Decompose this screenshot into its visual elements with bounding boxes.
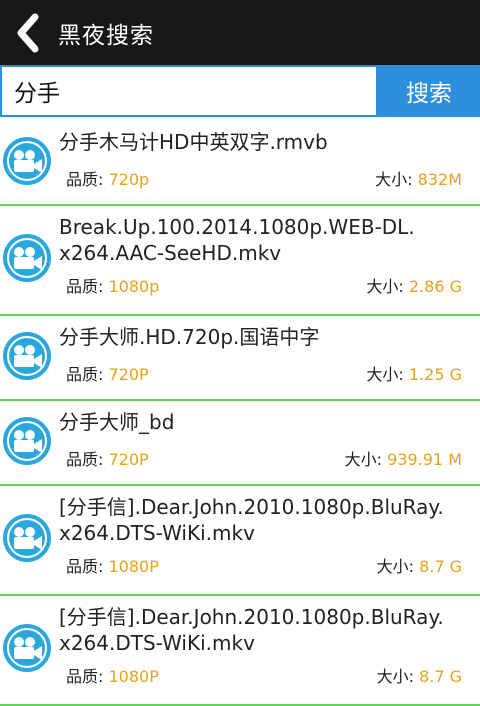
quality-value: 720p: [108, 170, 150, 189]
result-name-line: Break.Up.100.2014.1080p.WEB-DL.: [59, 215, 415, 239]
size-value: 1.25 G: [408, 365, 462, 384]
result-item[interactable]: 分手木马计HD中英双字.rmvb 品质: 720p 大小: 832M: [0, 121, 480, 206]
size-field: 大小: 832M: [375, 166, 462, 190]
result-name: [分手信].Dear.John.2010.1080p.BluRay. x264.D…: [59, 604, 470, 656]
result-name: Break.Up.100.2014.1080p.WEB-DL. x264.AAC-…: [59, 214, 470, 266]
quality-field: 品质: 720P: [66, 361, 149, 385]
quality-value: 720P: [108, 450, 149, 469]
quality-label: 品质:: [66, 365, 104, 384]
size-label: 大小:: [375, 170, 413, 189]
size-field: 大小: 939.91 M: [345, 446, 462, 470]
size-value: 832M: [417, 170, 462, 189]
size-label: 大小:: [376, 557, 414, 576]
result-name: 分手大师.HD.720p.国语中字: [59, 324, 470, 350]
result-list: 分手木马计HD中英双字.rmvb 品质: 720p 大小: 832M Break.U…: [0, 121, 480, 706]
quality-value: 1080P: [108, 557, 159, 576]
quality-label: 品质:: [66, 557, 104, 576]
size-label: 大小:: [376, 667, 414, 686]
result-name-line: 分手大师.HD.720p.国语中字: [59, 325, 320, 349]
quality-label: 品质:: [66, 450, 104, 469]
video-camera-icon: [2, 513, 52, 563]
quality-label: 品质:: [66, 170, 104, 189]
quality-value: 1080P: [108, 667, 159, 686]
result-name-line: 分手大师_bd: [59, 410, 175, 434]
video-camera-icon: [2, 233, 52, 283]
quality-field: 品质: 1080p: [66, 273, 159, 297]
result-item[interactable]: 分手大师_bd 品质: 720P 大小: 939.91 M: [0, 401, 480, 486]
video-camera-icon: [2, 136, 52, 186]
search-input[interactable]: [0, 65, 378, 117]
quality-value: 1080p: [108, 277, 160, 296]
video-camera-icon: [2, 623, 52, 673]
video-camera-icon: [2, 331, 52, 381]
result-item[interactable]: 分手大师.HD.720p.国语中字品质: 720P 大小: 1.25 G: [0, 316, 480, 401]
result-name-line: [分手信].Dear.John.2010.1080p.BluRay.: [59, 495, 444, 519]
quality-field: 品质: 1080P: [66, 553, 159, 577]
search-bar: 搜索: [0, 65, 480, 121]
search-button[interactable]: 搜索: [378, 65, 480, 117]
title-bar: 黑夜搜索: [0, 0, 480, 65]
size-value: 2.86 G: [408, 277, 462, 296]
quality-label: 品质:: [66, 277, 104, 296]
page-title: 黑夜搜索: [58, 22, 154, 49]
size-label: 大小:: [366, 365, 404, 384]
result-name: 分手大师_bd: [59, 409, 470, 435]
size-value: 8.7 G: [419, 557, 462, 576]
size-value: 939.91 M: [387, 450, 462, 469]
size-field: 大小: 8.7 G: [377, 553, 462, 577]
result-name-line: x264.DTS-WiKi.mkv: [59, 631, 255, 655]
video-camera-icon: [2, 416, 52, 466]
result-name: 分手木马计HD中英双字.rmvb: [59, 129, 470, 155]
chevron-left-icon: [17, 13, 39, 52]
result-item[interactable]: [分手信].Dear.John.2010.1080p.BluRay. x264.D…: [0, 486, 480, 596]
size-field: 大小: 8.7 G: [377, 663, 462, 687]
quality-label: 品质:: [66, 667, 104, 686]
result-name: [分手信].Dear.John.2010.1080p.BluRay. x264.D…: [59, 494, 470, 546]
quality-value: 720P: [108, 365, 149, 384]
quality-field: 品质: 720P: [66, 446, 149, 470]
quality-field: 品质: 720p: [66, 166, 149, 190]
result-name-line: x264.AAC-SeeHD.mkv: [59, 241, 282, 265]
result-name-line: [分手信].Dear.John.2010.1080p.BluRay.: [59, 605, 444, 629]
result-item[interactable]: [分手信].Dear.John.2010.1080p.BluRay. x264.D…: [0, 596, 480, 706]
quality-field: 品质: 1080P: [66, 663, 159, 687]
result-name-line: 分手木马计HD中英双字.rmvb: [59, 130, 328, 154]
size-field: 大小: 2.86 G: [366, 273, 462, 297]
result-name-line: x264.DTS-WiKi.mkv: [59, 521, 255, 545]
size-value: 8.7 G: [419, 667, 462, 686]
back-button[interactable]: [2, 0, 54, 65]
result-item[interactable]: Break.Up.100.2014.1080p.WEB-DL. x264.AAC-…: [0, 206, 480, 316]
size-label: 大小:: [344, 450, 383, 469]
size-field: 大小: 1.25 G: [366, 361, 462, 385]
size-label: 大小:: [366, 277, 404, 296]
